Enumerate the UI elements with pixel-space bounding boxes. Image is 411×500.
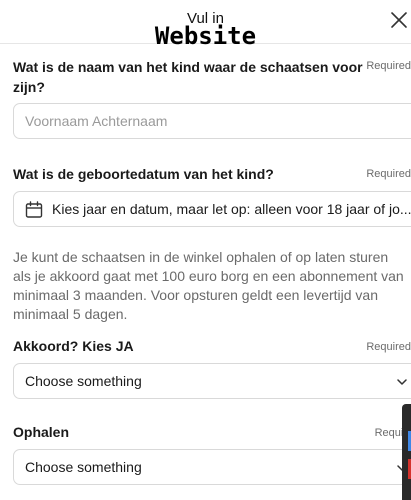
name-field-label: Wat is de naam van het kind waar de scha… <box>13 57 411 97</box>
chevron-down-icon <box>397 379 407 385</box>
dob-field-label: Wat is de geboortedatum van het kind? <box>13 166 274 182</box>
close-button[interactable] <box>389 10 409 30</box>
agree-select[interactable]: Choose something <box>13 363 411 399</box>
pickup-field-label: Ophalen <box>13 424 70 440</box>
required-indicator: Required <box>366 60 411 72</box>
delivery-info-text: Je kunt de schaatsen in de winkel ophale… <box>13 249 404 322</box>
birthdate-value: Kies jaar en datum, maar let op: alleen … <box>52 201 411 217</box>
agree-field-label: Akkoord? Kies JA <box>13 338 134 354</box>
website-watermark: Website <box>154 22 257 50</box>
side-toolbar[interactable] <box>402 404 411 500</box>
pickup-field-group: Ophalen Requir <box>13 422 411 444</box>
form-header: Vul in Website <box>0 0 411 50</box>
required-indicator: Required <box>366 341 411 353</box>
agree-field-group: Akkoord? Kies JA Required <box>13 336 411 358</box>
birthdate-input[interactable]: Kies jaar en datum, maar let op: alleen … <box>13 191 411 227</box>
required-indicator: Required <box>366 168 411 180</box>
child-name-placeholder: Voornaam Achternaam <box>25 113 168 129</box>
pickup-select[interactable]: Choose something <box>13 449 411 485</box>
name-label-line2: zijn? <box>13 79 45 95</box>
name-label-line1: Wat is de naam van het kind waar de scha… <box>13 59 363 75</box>
calendar-icon <box>25 201 43 218</box>
dob-field-group: Wat is de geboortedatum van het kind? Re… <box>13 164 411 186</box>
close-icon <box>391 12 407 28</box>
pickup-select-value: Choose something <box>25 459 142 475</box>
agree-select-value: Choose something <box>25 373 142 389</box>
name-field-group: Wat is de naam van het kind waar de scha… <box>13 57 411 101</box>
child-name-input[interactable]: Voornaam Achternaam <box>13 103 411 139</box>
